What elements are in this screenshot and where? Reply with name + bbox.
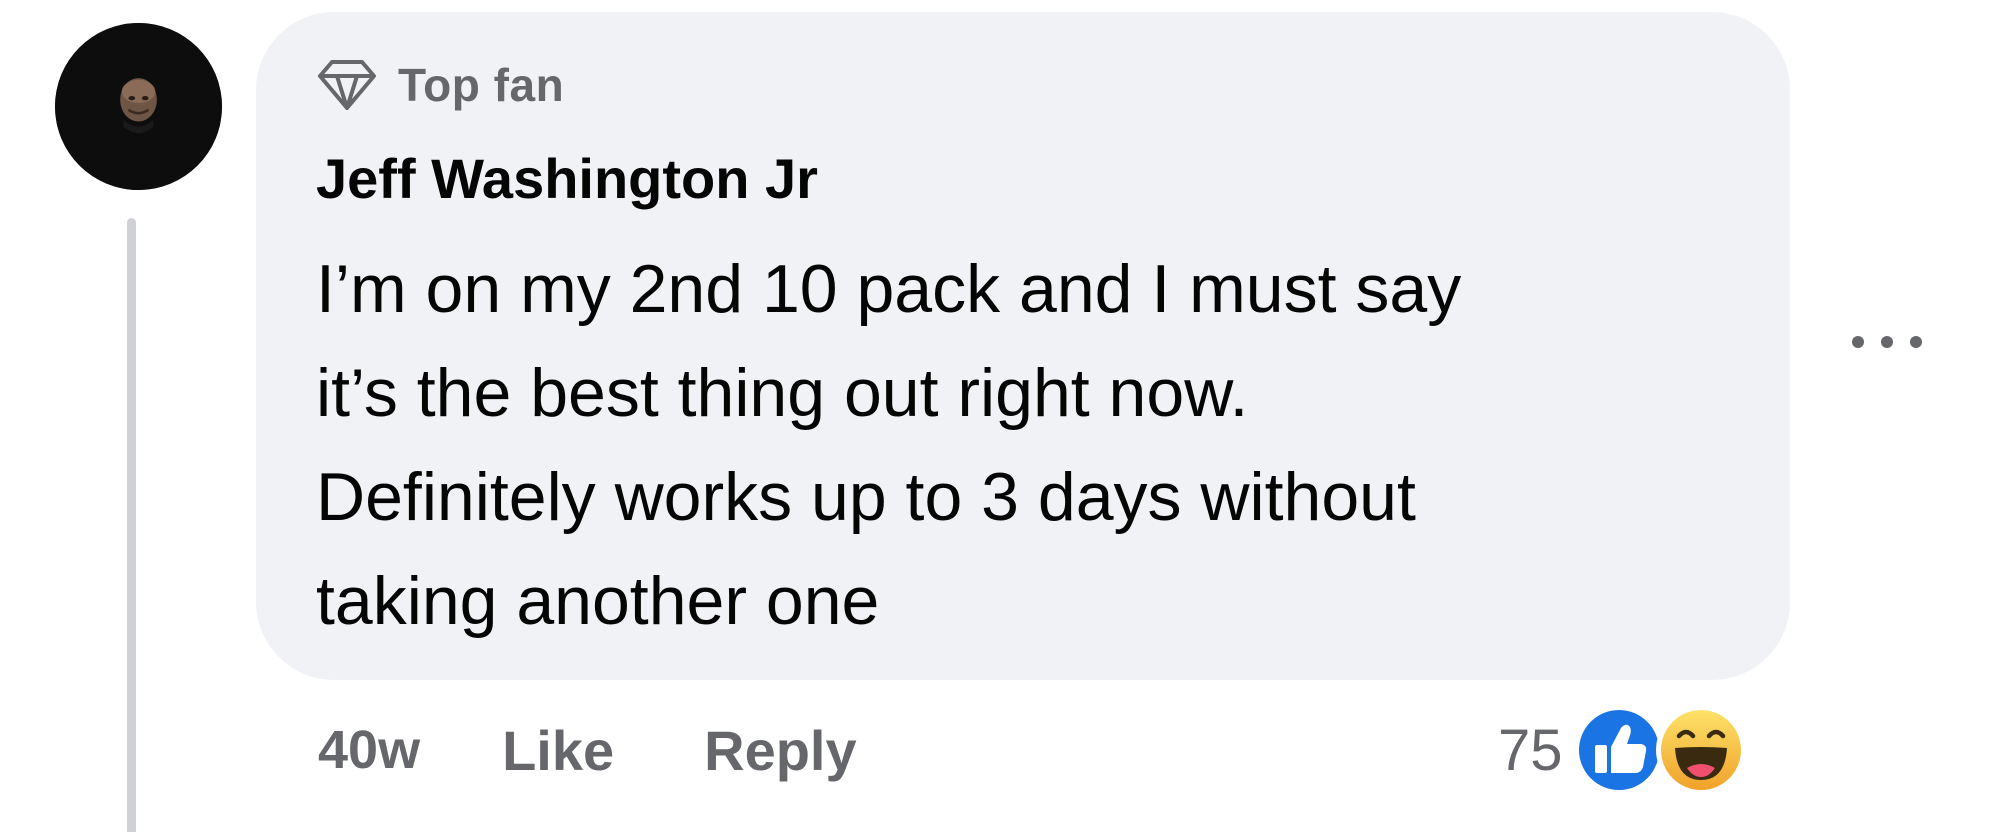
comment-actions: 40w Like Reply bbox=[318, 710, 947, 790]
reaction-count: 75 bbox=[1498, 717, 1563, 783]
avatar[interactable] bbox=[55, 23, 222, 190]
comment-bubble: Top fan Jeff Washington Jr I’m on my 2nd… bbox=[256, 12, 1790, 680]
timestamp[interactable]: 40w bbox=[318, 719, 420, 781]
ellipsis-icon bbox=[1852, 336, 1864, 348]
comment-screen: Top fan Jeff Washington Jr I’m on my 2nd… bbox=[0, 0, 2000, 832]
ellipsis-icon bbox=[1910, 336, 1922, 348]
diamond-icon bbox=[316, 58, 378, 112]
reply-button[interactable]: Reply bbox=[704, 718, 857, 783]
comment-line: it’s the best thing out right now. bbox=[316, 355, 1249, 431]
comment-line: I’m on my 2nd 10 pack and I must say bbox=[316, 251, 1462, 327]
avatar-image bbox=[55, 23, 222, 190]
like-button[interactable]: Like bbox=[502, 718, 614, 783]
badge-label: Top fan bbox=[398, 59, 565, 111]
haha-icon bbox=[1653, 702, 1749, 798]
author-name[interactable]: Jeff Washington Jr bbox=[316, 146, 818, 211]
comment-line: Definitely works up to 3 days without bbox=[316, 459, 1416, 535]
more-options-button[interactable] bbox=[1852, 322, 1922, 362]
reaction-summary[interactable]: 75 bbox=[1498, 702, 1749, 798]
comment-line: taking another one bbox=[316, 563, 880, 639]
comment-text: I’m on my 2nd 10 pack and I must say it’… bbox=[316, 237, 1716, 653]
top-fan-badge[interactable]: Top fan bbox=[316, 54, 564, 116]
thread-line bbox=[127, 218, 136, 832]
ellipsis-icon bbox=[1881, 336, 1893, 348]
